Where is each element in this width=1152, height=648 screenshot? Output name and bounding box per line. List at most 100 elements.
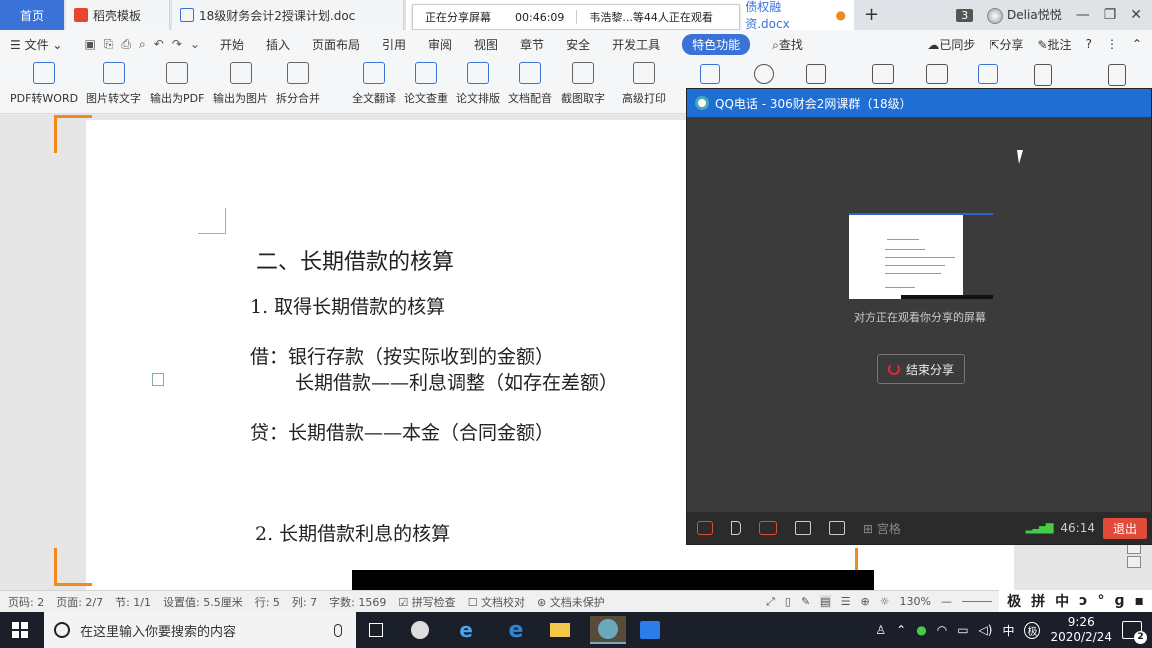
plagiarism-check-button[interactable]: 论文查重 (404, 62, 448, 106)
screen-share-icon[interactable] (795, 521, 811, 535)
user-menu[interactable]: Delia悦悦 (987, 6, 1062, 24)
monitor-icon[interactable] (926, 64, 948, 84)
paper-format-button[interactable]: 论文排版 (456, 62, 500, 106)
export-icon[interactable]: ⎘ (104, 37, 114, 52)
ime-settings-icon[interactable]: ▪ (1135, 593, 1145, 609)
web-view-icon[interactable]: ⊕ (860, 595, 869, 608)
wifi-icon[interactable]: ◠ (937, 623, 947, 637)
status-word-count[interactable]: 字数: 1569 (329, 594, 386, 610)
menu-view[interactable]: 视图 (474, 36, 498, 53)
menu-insert[interactable]: 插入 (266, 36, 290, 53)
ie-browser-icon[interactable]: e (452, 616, 480, 644)
translate-button[interactable]: 全文翻译 (352, 62, 396, 106)
taskbar-search-box[interactable]: 在这里输入你要搜索的内容 (44, 612, 356, 648)
split-merge-button[interactable]: 拆分合并 (276, 62, 320, 106)
microphone-icon[interactable] (334, 623, 342, 637)
sync-button[interactable]: ☁已同步 (927, 36, 975, 53)
refresh-icon[interactable] (754, 64, 774, 84)
window-count-badge[interactable]: 3 (956, 8, 974, 22)
new-tab-button[interactable]: + (864, 4, 879, 25)
close-icon[interactable]: ✕ (1130, 7, 1142, 23)
export-image-button[interactable]: 输出为图片 (213, 62, 268, 106)
image-to-text-button[interactable]: 图片转文字 (86, 62, 141, 106)
undo-icon[interactable]: ↶ (154, 37, 164, 52)
ime-halfwidth-icon[interactable]: ° (1097, 593, 1104, 609)
doc-protect-button[interactable]: ⊛ 文档未保护 (537, 594, 605, 610)
page-view-icon[interactable]: ▤ (820, 595, 831, 608)
people-icon[interactable]: ♙ (875, 623, 886, 637)
save-icon[interactable]: ▣ (84, 37, 95, 52)
clock[interactable]: 9:26 2020/2/24 (1050, 615, 1112, 645)
ime-mode[interactable]: 极 (1007, 591, 1021, 611)
spell-check-button[interactable]: ☑ 拼写检查 (398, 594, 455, 610)
battery-icon[interactable]: ▭ (957, 623, 968, 637)
badge-icon[interactable] (1108, 64, 1126, 86)
outline-view-icon[interactable]: ☰ (841, 595, 851, 608)
mic-muted-icon[interactable] (697, 521, 713, 535)
menu-chapter[interactable]: 章节 (520, 36, 544, 53)
tab-home[interactable]: 首页 (0, 0, 64, 30)
edit-mode-icon[interactable]: ✎ (801, 595, 810, 608)
pdf-to-word-button[interactable]: PDF转WORD (10, 62, 78, 106)
restore-icon[interactable]: ❐ (1104, 7, 1117, 23)
advanced-print-button[interactable]: 高级打印 (622, 62, 666, 106)
task-view-icon[interactable] (362, 616, 390, 644)
grid-view-button[interactable]: ⊞ 宫格 (863, 520, 901, 537)
customize-icon[interactable]: ⌄ (190, 37, 200, 52)
read-mode-icon[interactable]: ▯ (785, 595, 791, 608)
next-page-icon[interactable] (1127, 556, 1141, 568)
input-language[interactable]: 中 (1002, 622, 1014, 639)
menu-layout[interactable]: 页面布局 (312, 36, 360, 53)
dubbing-button[interactable]: 文档配音 (508, 62, 552, 106)
volume-icon[interactable]: ◁) (979, 623, 993, 637)
file-explorer-icon[interactable] (546, 616, 574, 644)
zoom-level[interactable]: 130% (900, 595, 931, 608)
whiteboard-icon[interactable] (829, 521, 845, 535)
people-icon[interactable] (978, 64, 998, 84)
fullscreen-icon[interactable]: ⤢ (766, 595, 775, 609)
speaker-icon[interactable] (731, 521, 741, 535)
windows-start-icon[interactable] (12, 622, 28, 638)
notification-center-icon[interactable]: 2 (1122, 621, 1147, 644)
camera-off-icon[interactable] (759, 521, 777, 535)
status-pages[interactable]: 页面: 2/7 (56, 594, 103, 610)
exit-call-button[interactable]: 退出 (1102, 517, 1147, 539)
wps-app-icon[interactable] (636, 616, 664, 644)
edge-browser-icon[interactable]: e (502, 616, 530, 644)
page-icon[interactable] (806, 64, 826, 84)
eye-protect-icon[interactable]: ☼ (880, 595, 890, 608)
screen-icon[interactable] (872, 64, 894, 84)
minimize-icon[interactable]: — (1076, 7, 1090, 23)
zoom-out-icon[interactable]: — (941, 595, 952, 608)
file-menu[interactable]: ☰ 文件 ⌄ (10, 36, 62, 53)
paragraph-options-icon[interactable] (152, 373, 164, 386)
screenshot-ocr-button[interactable]: 截图取字 (561, 62, 605, 106)
redo-icon[interactable]: ↷ (172, 37, 182, 52)
menu-review[interactable]: 审阅 (428, 36, 452, 53)
help-icon[interactable]: ? (1086, 37, 1092, 51)
menu-security[interactable]: 安全 (566, 36, 590, 53)
end-share-button[interactable]: 结束分享 (877, 354, 965, 384)
app-tray-icon[interactable]: ● (916, 623, 926, 637)
export-pdf-button[interactable]: 输出为PDF (150, 62, 204, 106)
preview-icon[interactable]: ⌕ (139, 37, 146, 52)
ime-punct-icon[interactable]: ↄ (1079, 593, 1087, 609)
zoom-slider[interactable] (962, 601, 992, 602)
ime-voice-icon[interactable]: ɡ (1114, 593, 1124, 609)
ime-chinese[interactable]: 中 (1055, 591, 1069, 611)
show-hidden-icons[interactable]: ⌃ (896, 623, 906, 637)
doc-proof-button[interactable]: ☐ 文档校对 (468, 594, 525, 610)
tab-doc-plan[interactable]: 18级财务会计2授课计划.doc (172, 0, 404, 30)
menu-home[interactable]: 开始 (220, 36, 244, 53)
qq-title-bar[interactable]: QQ电话 - 306财会2网课群（18级） (687, 89, 1151, 117)
collapse-ribbon-icon[interactable]: ⌃ (1132, 37, 1142, 51)
more-icon[interactable]: ⋮ (1106, 37, 1118, 51)
add-icon[interactable] (700, 64, 720, 84)
qq-app-icon[interactable] (590, 616, 626, 644)
share-button[interactable]: ⇱分享 (989, 36, 1023, 53)
menu-developer[interactable]: 开发工具 (612, 36, 660, 53)
search-button[interactable]: ⌕查找 (772, 36, 803, 53)
phone-icon[interactable] (1034, 64, 1052, 86)
comment-button[interactable]: ✎批注 (1037, 36, 1071, 53)
menu-references[interactable]: 引用 (382, 36, 406, 53)
